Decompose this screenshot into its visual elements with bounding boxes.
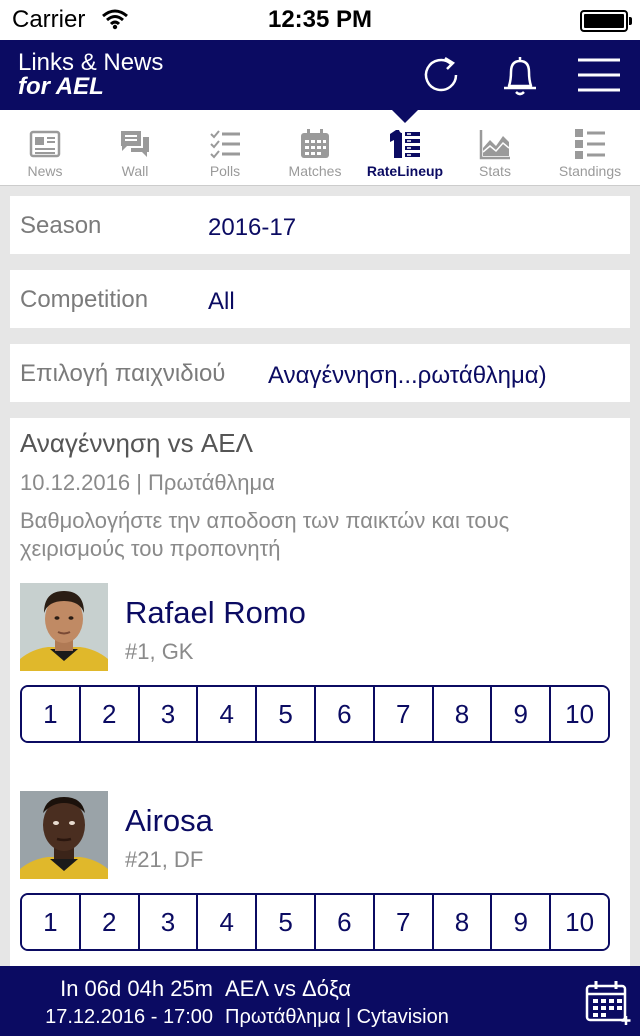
countdown-text: In 06d 04h 25m xyxy=(60,976,213,1001)
battery-icon xyxy=(580,10,632,32)
season-selector[interactable]: Season 2016-17 xyxy=(10,196,630,254)
game-label: Επιλογή παιχνιδιού xyxy=(20,360,226,387)
tab-label: Stats xyxy=(479,163,511,179)
chat-icon xyxy=(121,131,149,157)
rating-option-9[interactable]: 9 xyxy=(490,687,550,741)
player-photo xyxy=(20,791,108,879)
checklist-icon xyxy=(210,130,240,159)
rating-selector: 1 2 3 4 5 6 7 8 9 10 xyxy=(20,685,610,743)
rating-option-3[interactable]: 3 xyxy=(137,895,197,949)
rating-option-6[interactable]: 6 xyxy=(313,895,373,949)
game-value: Αναγέννηση...ρωτάθλημα) xyxy=(268,362,547,389)
rating-option-1[interactable]: 1 xyxy=(22,687,79,741)
season-value: 2016-17 xyxy=(208,214,297,241)
next-match-teams: ΑΕΛ vs Δόξα xyxy=(225,976,351,1001)
rating-option-2[interactable]: 2 xyxy=(78,895,138,949)
game-selector[interactable]: Επιλογή παιχνιδιού Αναγέννηση...ρωτάθλημ… xyxy=(10,344,630,402)
area-chart-icon xyxy=(479,130,510,160)
rating-option-10[interactable]: 10 xyxy=(549,895,608,949)
tab-label: Matches xyxy=(288,163,342,179)
tab-label: RateLineup xyxy=(366,163,444,179)
tab-label: Wall xyxy=(121,163,149,179)
next-match-bar[interactable]: In 06d 04h 25m ΑΕΛ vs Δόξα 17.12.2016 - … xyxy=(0,966,640,1036)
tab-bar: News Wall Polls Matches RateLineup Stats… xyxy=(0,110,640,186)
rating-option-7[interactable]: 7 xyxy=(372,687,432,741)
tab-news[interactable]: News xyxy=(0,110,90,186)
rating-option-8[interactable]: 8 xyxy=(431,687,491,741)
rating-option-9[interactable]: 9 xyxy=(490,895,550,949)
rating-selector: 1 2 3 4 5 6 7 8 9 10 xyxy=(20,893,610,951)
rating-option-1[interactable]: 1 xyxy=(22,895,79,949)
active-tab-indicator xyxy=(392,110,418,123)
clock: 12:35 PM xyxy=(267,6,373,33)
match-date: 10.12.2016 | Πρωτάθλημα xyxy=(20,470,275,495)
competition-selector[interactable]: Competition All xyxy=(10,270,630,328)
numbered-list-icon xyxy=(575,129,605,159)
tab-label: Polls xyxy=(209,163,241,179)
nav-bar: Links & News for AEL xyxy=(0,40,640,110)
rating-option-4[interactable]: 4 xyxy=(196,687,256,741)
rating-option-5[interactable]: 5 xyxy=(255,687,314,741)
tab-label: News xyxy=(27,163,63,179)
tab-label: Standings xyxy=(558,163,622,179)
news-icon xyxy=(29,130,61,158)
player-photo xyxy=(20,583,108,671)
tab-wall[interactable]: Wall xyxy=(90,110,180,186)
rating-option-3[interactable]: 3 xyxy=(137,687,197,741)
rating-option-2[interactable]: 2 xyxy=(78,687,138,741)
add-to-calendar-icon[interactable] xyxy=(584,978,632,1026)
menu-icon[interactable] xyxy=(576,52,622,98)
rating-card: Αναγέννηση vs ΑΕΛ 10.12.2016 | Πρωτάθλημ… xyxy=(10,418,630,966)
season-label: Season xyxy=(20,212,102,239)
status-bar: Carrier 12:35 PM xyxy=(0,0,640,40)
competition-label: Competition xyxy=(20,286,149,313)
rating-option-4[interactable]: 4 xyxy=(196,895,256,949)
rating-option-8[interactable]: 8 xyxy=(431,895,491,949)
next-match-competition: Πρωτάθλημα | Cytavision xyxy=(225,1006,449,1028)
player-detail: #21, DF xyxy=(125,847,204,872)
rating-option-10[interactable]: 10 xyxy=(549,687,608,741)
shirt-list-icon xyxy=(390,130,420,158)
bell-icon[interactable] xyxy=(497,52,543,98)
calendar-icon xyxy=(301,129,329,158)
tab-matches[interactable]: Matches xyxy=(270,110,360,186)
match-description: Βαθμολογήστε την αποδοση των παικτών και… xyxy=(20,508,510,561)
tab-stats[interactable]: Stats xyxy=(450,110,540,186)
match-title: Αναγέννηση vs ΑΕΛ xyxy=(20,428,253,458)
rating-option-6[interactable]: 6 xyxy=(313,687,373,741)
rating-option-7[interactable]: 7 xyxy=(372,895,432,949)
refresh-icon[interactable] xyxy=(418,52,464,98)
app-subtitle: for AEL xyxy=(18,73,104,100)
tab-polls[interactable]: Polls xyxy=(180,110,270,186)
player-detail: #1, GK xyxy=(125,639,194,664)
next-match-datetime: 17.12.2016 - 17:00 xyxy=(45,1006,213,1028)
rating-option-5[interactable]: 5 xyxy=(255,895,314,949)
competition-value: All xyxy=(208,288,235,315)
player-name: Airosa xyxy=(125,803,213,838)
player-name: Rafael Romo xyxy=(125,595,306,630)
tab-standings[interactable]: Standings xyxy=(545,110,635,186)
